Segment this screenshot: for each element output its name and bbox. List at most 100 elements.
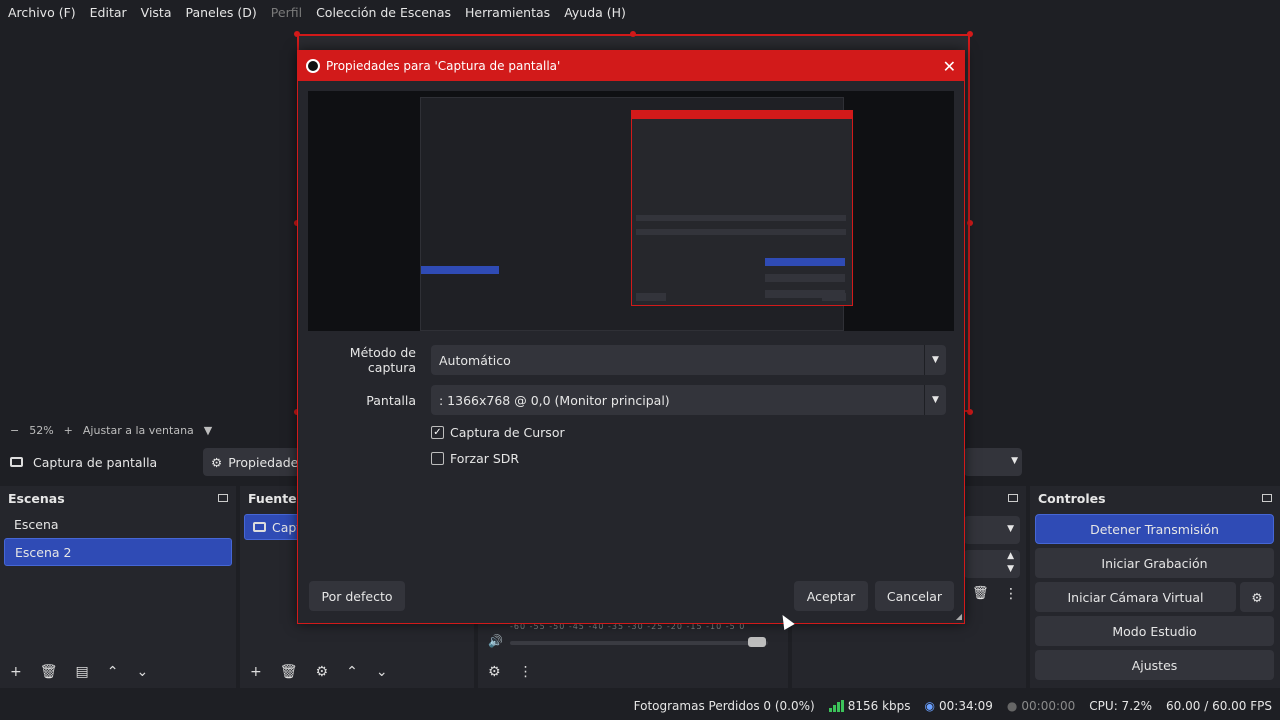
menu-help[interactable]: Ayuda (H)	[564, 5, 626, 20]
undock-icon[interactable]	[1008, 494, 1018, 502]
start-recording-button[interactable]: Iniciar Grabación	[1035, 548, 1274, 578]
chevron-down-icon: ▼	[924, 345, 946, 375]
undock-icon[interactable]	[1262, 494, 1272, 502]
dialog-title: Propiedades para 'Captura de pantalla'	[326, 59, 561, 73]
status-bar: Fotogramas Perdidos 0 (0.0%) 8156 kbps ◉…	[0, 692, 1280, 720]
add-icon[interactable]: +	[250, 664, 262, 680]
capture-cursor-checkbox[interactable]: ✓	[431, 426, 444, 439]
record-time: ● 00:00:00	[1007, 699, 1075, 713]
fit-to-window-button[interactable]: Ajustar a la ventana	[83, 424, 194, 437]
resize-handle[interactable]	[967, 220, 973, 226]
zoom-out-button[interactable]: −	[10, 424, 19, 437]
capture-method-select[interactable]: Automático ▼	[431, 345, 946, 375]
chevron-down-icon: ▼	[1007, 524, 1014, 534]
preview-thumbnail	[420, 97, 853, 331]
menu-bar: Archivo (F) Editar Vista Paneles (D) Per…	[0, 0, 1280, 24]
scenes-footer: + 🗑 ▤ ⌃ ⌄	[0, 656, 236, 688]
properties-label: Propiedades	[228, 454, 305, 470]
kebab-menu-icon[interactable]: ⋮	[1004, 586, 1018, 602]
virtualcam-row: Iniciar Cámara Virtual ⚙	[1035, 582, 1274, 612]
ok-button[interactable]: Aceptar	[794, 581, 868, 611]
broadcast-icon: ◉	[924, 699, 935, 713]
menu-file[interactable]: Archivo (F)	[8, 5, 76, 20]
capture-cursor-label: Captura de Cursor	[450, 425, 565, 440]
bitrate-value: 8156 kbps	[847, 699, 911, 713]
trash-icon[interactable]: 🗑	[972, 586, 989, 601]
capture-method-row: Método de captura Automático ▼	[298, 345, 966, 375]
gear-icon[interactable]: ⚙	[488, 664, 501, 680]
bitrate: 8156 kbps	[828, 699, 911, 713]
fps: 60.00 / 60.00 FPS	[1166, 699, 1272, 713]
controls-header: Controles	[1030, 486, 1280, 510]
menu-docks[interactable]: Paneles (D)	[186, 5, 257, 20]
display-select[interactable]: : 1366x768 @ 0,0 (Monitor principal) ▼	[431, 385, 946, 415]
transition-select[interactable]: ▼	[964, 516, 1020, 544]
menu-profile[interactable]: Perfil	[271, 5, 302, 20]
capture-method-value: Automático	[439, 352, 511, 368]
close-icon[interactable]: ✕	[943, 57, 956, 76]
chevron-up-icon[interactable]: ⌃	[107, 664, 119, 680]
duration-spinner[interactable]: ▲ ▼	[964, 550, 1020, 578]
chevron-down-icon[interactable]: ⌄	[136, 664, 148, 680]
force-sdr-checkbox[interactable]	[431, 452, 444, 465]
obs-logo-icon	[306, 59, 320, 73]
stream-time-value: 00:34:09	[939, 699, 993, 713]
chevron-up-icon[interactable]: ⌃	[346, 664, 358, 680]
scene-item-selected[interactable]: Escena 2	[4, 538, 232, 566]
volume-slider-knob[interactable]	[748, 637, 766, 647]
volume-slider[interactable]	[510, 641, 768, 645]
scenes-dock: Escenas Escena Escena 2 + 🗑 ▤ ⌃ ⌄	[0, 486, 236, 688]
scenes-title: Escenas	[8, 490, 65, 506]
capture-preview	[308, 91, 954, 331]
toolbar-dropdown[interactable]: ▼	[964, 448, 1022, 476]
capture-method-label: Método de captura	[349, 345, 416, 375]
virtual-camera-settings-button[interactable]: ⚙	[1240, 582, 1274, 612]
trash-icon[interactable]: 🗑	[40, 664, 58, 680]
scenes-header: Escenas	[0, 486, 236, 510]
controls-title: Controles	[1038, 490, 1106, 506]
dialog-titlebar[interactable]: Propiedades para 'Captura de pantalla' ✕	[298, 51, 964, 81]
capture-cursor-row[interactable]: ✓ Captura de Cursor	[431, 425, 565, 440]
resize-handle[interactable]	[294, 31, 300, 37]
scene-label: Escena 2	[15, 544, 72, 560]
resize-handle[interactable]	[967, 409, 973, 415]
properties-dialog: Propiedades para 'Captura de pantalla' ✕…	[297, 50, 965, 624]
trash-icon[interactable]: 🗑	[280, 664, 298, 680]
stop-streaming-button[interactable]: Detener Transmisión	[1035, 514, 1274, 544]
zoom-in-button[interactable]: +	[64, 424, 73, 437]
chevron-down-icon[interactable]: ⌄	[376, 664, 388, 680]
menu-edit[interactable]: Editar	[90, 5, 127, 20]
scene-item[interactable]: Escena	[4, 510, 232, 538]
defaults-button[interactable]: Por defecto	[309, 581, 405, 611]
settings-button[interactable]: Ajustes	[1035, 650, 1274, 680]
undock-icon[interactable]	[218, 494, 228, 502]
force-sdr-row[interactable]: Forzar SDR	[431, 451, 519, 466]
resize-handle[interactable]	[967, 31, 973, 37]
studio-mode-button[interactable]: Modo Estudio	[1035, 616, 1274, 646]
gear-icon[interactable]: ⚙	[316, 664, 329, 680]
display-value: : 1366x768 @ 0,0 (Monitor principal)	[439, 392, 670, 408]
kebab-menu-icon[interactable]: ⋮	[519, 664, 533, 680]
stream-time: ◉ 00:34:09	[925, 699, 993, 713]
menu-scene-collection[interactable]: Colección de Escenas	[316, 5, 451, 20]
monitor-icon	[253, 522, 266, 532]
sources-title: Fuentes	[248, 490, 305, 506]
start-virtual-camera-button[interactable]: Iniciar Cámara Virtual	[1035, 582, 1236, 612]
properties-button[interactable]: ⚙ Propiedades	[203, 448, 305, 476]
menu-tools[interactable]: Herramientas	[465, 5, 550, 20]
filter-icon[interactable]: ▤	[76, 664, 89, 680]
sources-footer: + 🗑 ⚙ ⌃ ⌄	[240, 656, 474, 688]
chevron-down-icon: ▼	[1011, 456, 1018, 466]
add-icon[interactable]: +	[10, 664, 22, 680]
speaker-icon[interactable]: 🔊	[488, 634, 503, 648]
chevron-down-icon: ▼	[924, 385, 946, 415]
cancel-button[interactable]: Cancelar	[875, 581, 954, 611]
scene-label: Escena	[14, 516, 59, 532]
gear-icon: ⚙	[211, 454, 223, 470]
chevron-down-icon[interactable]: ▼	[204, 424, 212, 437]
resize-handle[interactable]	[630, 31, 636, 37]
resize-grip-icon[interactable]: ◢	[956, 612, 962, 621]
zoom-level: 52%	[29, 423, 54, 437]
menu-view[interactable]: Vista	[141, 5, 172, 20]
controls-dock: Controles Detener Transmisión Iniciar Gr…	[1030, 486, 1280, 688]
